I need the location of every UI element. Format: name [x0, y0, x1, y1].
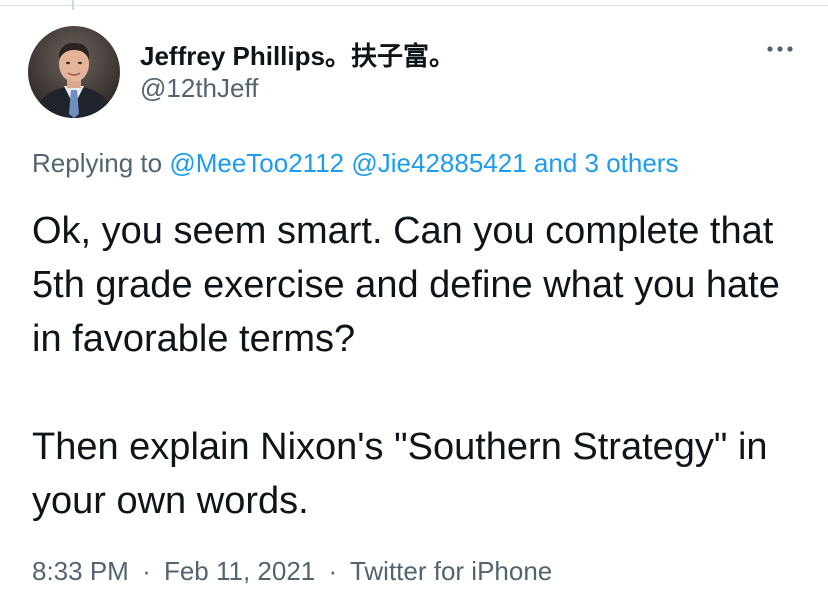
author-display-name[interactable]: Jeffrey Phillips。扶子富。 — [140, 36, 455, 73]
tweet-body: Ok, you seem smart. Can you complete tha… — [32, 204, 812, 528]
more-options-icon[interactable] — [762, 38, 798, 60]
reply-prefix: Replying to — [32, 148, 163, 178]
reply-context: Replying to @MeeToo2112 @Jie42885421 and… — [32, 148, 678, 179]
author-handle[interactable]: @12thJeff — [140, 73, 258, 104]
tweet-metadata: 8:33 PM · Feb 11, 2021 · Twitter for iPh… — [32, 556, 552, 587]
tweet-time[interactable]: 8:33 PM — [32, 556, 129, 586]
tweet-date[interactable]: Feb 11, 2021 — [164, 556, 315, 586]
meta-separator: · — [328, 556, 338, 586]
mention-link[interactable]: @Jie42885421 — [351, 148, 526, 178]
more-horizontal-icon — [767, 46, 793, 52]
reply-others-link[interactable]: and 3 others — [534, 148, 679, 178]
top-divider — [0, 5, 828, 6]
thread-connector-line — [72, 0, 74, 10]
tweet-paragraph: Ok, you seem smart. Can you complete tha… — [32, 210, 780, 360]
profile-photo-icon — [28, 26, 120, 118]
avatar[interactable] — [28, 26, 120, 118]
tweet-paragraph: Then explain Nixon's "Southern Strategy"… — [32, 426, 768, 522]
meta-separator: · — [142, 556, 151, 586]
tweet-source[interactable]: Twitter for iPhone — [350, 556, 552, 586]
mention-link[interactable]: @MeeToo2112 — [169, 148, 344, 178]
